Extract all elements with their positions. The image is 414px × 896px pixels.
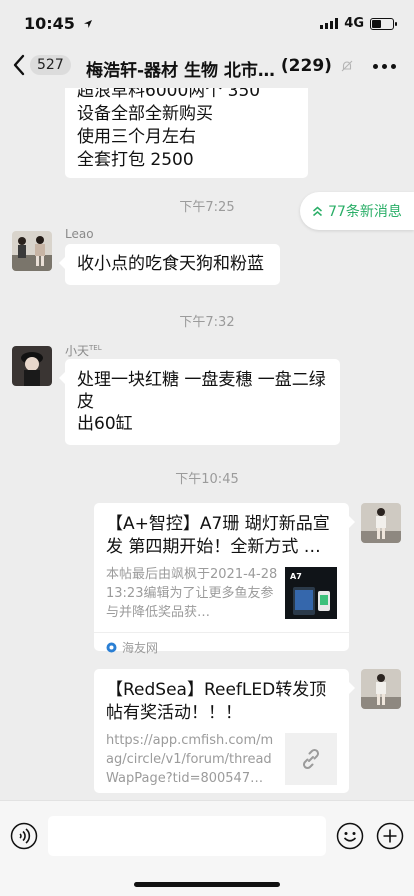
card-source: 海友网 bbox=[106, 639, 337, 656]
member-count: (229) bbox=[280, 56, 332, 76]
sender-suffix: TEL bbox=[89, 344, 102, 352]
battery-level bbox=[372, 19, 381, 28]
my-avatar[interactable] bbox=[361, 669, 401, 709]
message-line: 使用三个月左右 bbox=[77, 127, 196, 147]
message-line: 出60缸 bbox=[77, 414, 133, 434]
card-description: 本帖最后由飒枫于2021-4-2813:23编辑为了让更多鱼友参与并降低奖品获… bbox=[106, 567, 278, 620]
source-logo-icon bbox=[106, 642, 117, 653]
chat-header: 527 梅浩轩-器材 生物 北市… (229) bbox=[0, 46, 414, 88]
new-messages-text: 77条新消息 bbox=[328, 204, 402, 220]
card-divider bbox=[94, 632, 349, 633]
battery-icon bbox=[370, 17, 397, 30]
card-title: 【A+智控】A7珊 瑚灯新品宣发 第四期开始！全新方式 … bbox=[106, 514, 330, 557]
plus-icon[interactable] bbox=[376, 822, 404, 850]
avatar-self-image bbox=[361, 503, 401, 543]
message-text: 收小点的吃食天狗和粉蓝 bbox=[77, 254, 264, 274]
chat-area[interactable]: 77条新消息 超浪草料6000两个 350 设备全部全新购买 使用三个月左右 全… bbox=[0, 88, 414, 800]
double-chevron-up-icon bbox=[313, 206, 323, 216]
message-bubble[interactable]: 处理一块红糖 一盘麦穗 一盘二绿 皮 出60缸 bbox=[59, 359, 340, 445]
card-thumbnail-image: A7 bbox=[285, 567, 337, 619]
avatar[interactable] bbox=[12, 231, 52, 271]
message-input[interactable] bbox=[48, 816, 326, 856]
message-line: 全套打包 2500 bbox=[77, 150, 194, 170]
message-line: 超浪草料6000两个 350 bbox=[77, 88, 261, 101]
new-messages-pill[interactable]: 77条新消息 bbox=[300, 192, 414, 230]
home-indicator bbox=[134, 882, 280, 887]
message-line: 皮 bbox=[77, 392, 94, 412]
mute-bell-icon bbox=[341, 60, 353, 72]
group-name: 梅浩轩-器材 生物 北市… bbox=[86, 61, 275, 81]
source-name: 海友网 bbox=[122, 641, 159, 655]
chat-title: 梅浩轩-器材 生物 北市… (229) bbox=[86, 56, 356, 81]
card-thumbnail-label: A7 bbox=[290, 572, 302, 581]
unread-badge: 527 bbox=[30, 55, 71, 75]
more-options-button[interactable] bbox=[373, 64, 396, 69]
link-icon bbox=[302, 748, 320, 770]
sender-name: 小天TEL bbox=[65, 342, 102, 359]
message-line: 处理一块红糖 一盘麦穗 一盘二绿 bbox=[77, 370, 326, 390]
avatar[interactable] bbox=[12, 346, 52, 386]
status-indicators: 4G bbox=[320, 16, 397, 31]
link-card[interactable]: 【A+智控】A7珊 瑚灯新品宣发 第四期开始！全新方式 … 本帖最后由飒枫于20… bbox=[94, 503, 355, 655]
timestamp: 下午7:32 bbox=[179, 315, 235, 330]
card-body: 本帖最后由飒枫于2021-4-2813:23编辑为了让更多鱼友参与并降低奖品获…… bbox=[106, 565, 337, 622]
message-bubble[interactable]: 超浪草料6000两个 350 设备全部全新购买 使用三个月左右 全套打包 250… bbox=[65, 88, 308, 178]
location-arrow-icon bbox=[83, 20, 92, 28]
voice-input-icon[interactable] bbox=[10, 822, 38, 850]
card-description: https://app.cmfish.com/mag/circle/v1/for… bbox=[106, 733, 274, 786]
message-line: 设备全部全新购买 bbox=[77, 104, 213, 124]
sender-name-text: 小天 bbox=[65, 344, 90, 358]
timestamp: 下午10:45 bbox=[175, 472, 239, 487]
status-bar: 10:45 4G bbox=[0, 0, 414, 46]
sender-name: Leao bbox=[65, 227, 94, 241]
status-time: 10:45 bbox=[24, 14, 93, 33]
signal-icon bbox=[320, 18, 339, 29]
time-text: 10:45 bbox=[24, 14, 75, 33]
avatar-xiaotian-image bbox=[12, 346, 52, 386]
card-title: 【RedSea】ReefLED转发顶帖有奖活动！！！ bbox=[106, 680, 327, 723]
back-button[interactable]: 527 bbox=[12, 54, 71, 76]
card-thumbnail: A7 bbox=[285, 567, 337, 619]
card-body: https://app.cmfish.com/mag/circle/v1/for… bbox=[106, 731, 337, 788]
card-thumbnail bbox=[285, 733, 337, 785]
message-bubble[interactable]: 收小点的吃食天狗和粉蓝 bbox=[59, 244, 280, 285]
emoji-icon[interactable] bbox=[336, 822, 364, 850]
network-label: 4G bbox=[344, 16, 364, 31]
my-avatar[interactable] bbox=[361, 503, 401, 543]
chevron-left-icon bbox=[13, 54, 25, 76]
link-card[interactable]: 【RedSea】ReefLED转发顶帖有奖活动！！！ https://app.c… bbox=[94, 669, 355, 793]
avatar-self-image bbox=[361, 669, 401, 709]
avatar-leao-image bbox=[12, 231, 52, 271]
